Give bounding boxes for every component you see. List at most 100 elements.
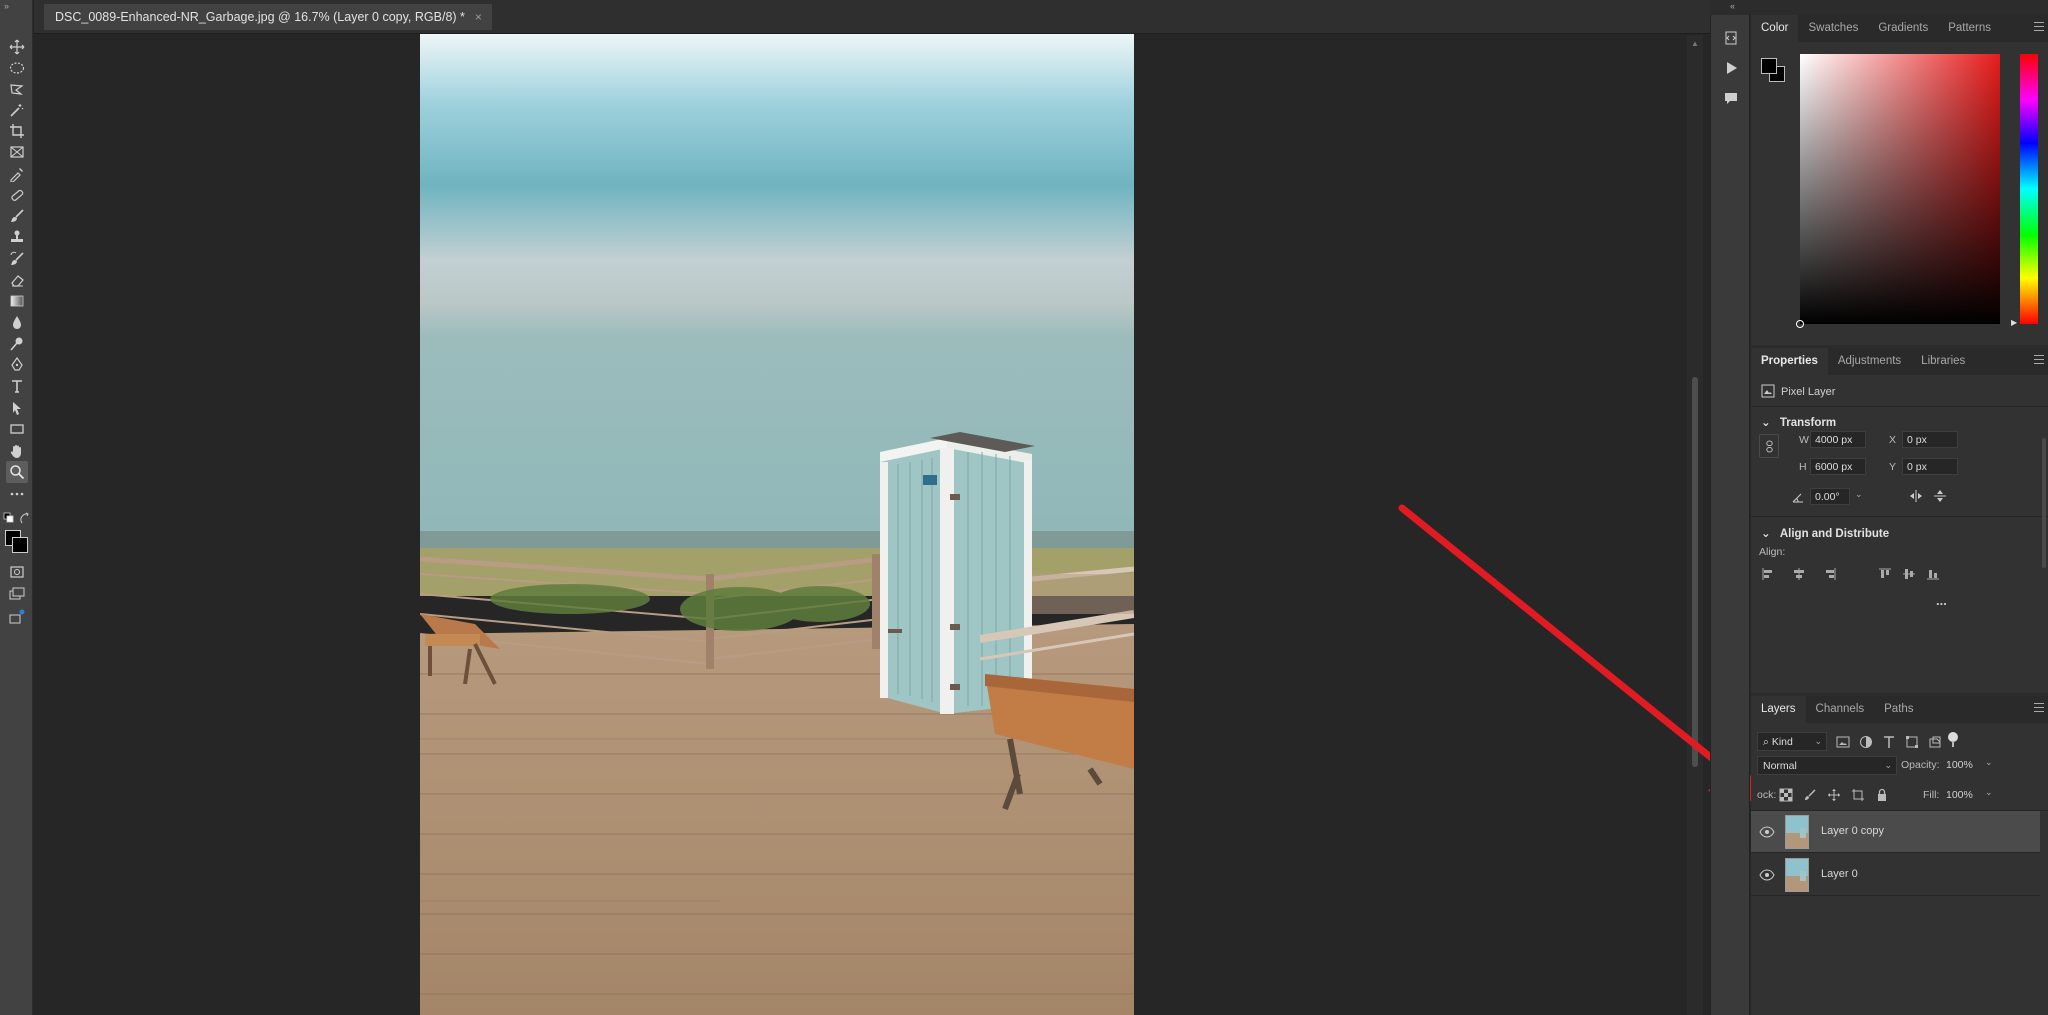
width-input[interactable]: 4000 px bbox=[1810, 431, 1866, 448]
tab-color[interactable]: Color bbox=[1751, 15, 1799, 42]
height-input[interactable]: 6000 px bbox=[1810, 458, 1866, 475]
actions-panel-icon[interactable] bbox=[1721, 58, 1741, 78]
swap-colors-icon[interactable] bbox=[19, 512, 31, 524]
lock-artboard-icon[interactable] bbox=[1851, 788, 1865, 802]
background-color-swatch[interactable] bbox=[12, 537, 28, 553]
align-section-toggle[interactable]: ⌄ Align and Distribute bbox=[1761, 526, 1889, 540]
tab-patterns[interactable]: Patterns bbox=[1938, 15, 2001, 42]
flip-horizontal-icon[interactable] bbox=[1909, 489, 1923, 503]
healing-brush-tool-icon[interactable] bbox=[6, 184, 28, 206]
layer-filter-kind-select[interactable]: ⌕ Kind ⌄ bbox=[1757, 732, 1827, 751]
flip-vertical-icon[interactable] bbox=[1933, 489, 1947, 503]
layer-visibility-eye-icon[interactable] bbox=[1759, 868, 1775, 882]
eyedropper-tool-icon[interactable] bbox=[6, 163, 28, 185]
frame-tool-icon[interactable] bbox=[6, 141, 28, 163]
dodge-tool-icon[interactable] bbox=[6, 333, 28, 355]
angle-input[interactable]: 0.00° bbox=[1810, 488, 1850, 505]
opacity-dropdown-icon[interactable]: ⌄ bbox=[1985, 757, 1993, 768]
quick-mask-icon[interactable] bbox=[6, 561, 28, 583]
pen-tool-icon[interactable] bbox=[6, 354, 28, 376]
lock-image-pixels-icon[interactable] bbox=[1803, 788, 1817, 802]
angle-icon bbox=[1791, 490, 1805, 504]
fill-dropdown-icon[interactable]: ⌄ bbox=[1985, 787, 1993, 798]
document-tab[interactable]: DSC_0089-Enhanced-NR_Garbage.jpg @ 16.7%… bbox=[44, 4, 492, 30]
zoom-tool-icon[interactable] bbox=[6, 461, 28, 483]
tab-gradients[interactable]: Gradients bbox=[1868, 15, 1938, 42]
tab-libraries[interactable]: Libraries bbox=[1911, 348, 1975, 375]
lock-position-icon[interactable] bbox=[1827, 788, 1841, 802]
scroll-up-icon[interactable]: ▲ bbox=[1691, 39, 1699, 48]
foreground-color-chip[interactable] bbox=[1761, 58, 1777, 74]
blend-mode-select[interactable]: Normal ⌄ bbox=[1757, 756, 1897, 775]
panel-collapse-bar[interactable]: « bbox=[1710, 0, 2048, 15]
hand-tool-icon[interactable] bbox=[6, 440, 28, 462]
collapse-panels-icon[interactable]: « bbox=[1730, 1, 1735, 11]
tab-layers[interactable]: Layers bbox=[1751, 696, 1806, 723]
magic-wand-tool-icon[interactable] bbox=[6, 99, 28, 121]
align-bottom-edges-icon[interactable] bbox=[1926, 567, 1940, 581]
screen-mode-icon[interactable] bbox=[6, 583, 28, 605]
layer-row-layer-0[interactable]: Layer 0 bbox=[1751, 854, 2040, 896]
default-colors-icon[interactable] bbox=[3, 512, 15, 524]
panel-menu-icon[interactable] bbox=[2034, 355, 2044, 367]
blur-tool-icon[interactable] bbox=[6, 311, 28, 333]
more-options-button[interactable]: ... bbox=[1936, 593, 1947, 608]
lock-all-icon[interactable] bbox=[1875, 788, 1889, 802]
toolbar-collapse-icon[interactable]: » bbox=[4, 2, 9, 11]
align-right-edges-icon[interactable] bbox=[1823, 567, 1837, 581]
tab-adjustments[interactable]: Adjustments bbox=[1828, 348, 1911, 375]
lasso-tool-icon[interactable] bbox=[6, 78, 28, 100]
layer-visibility-eye-icon[interactable] bbox=[1759, 825, 1775, 839]
align-horizontal-centers-icon[interactable] bbox=[1792, 567, 1806, 581]
link-dimensions-icon[interactable] bbox=[1759, 434, 1779, 458]
rectangle-tool-icon[interactable] bbox=[6, 418, 28, 440]
color-picker-cursor[interactable] bbox=[1796, 320, 1804, 328]
opacity-value[interactable]: 100% bbox=[1946, 759, 1973, 771]
fill-value[interactable]: 100% bbox=[1946, 789, 1973, 801]
x-input[interactable]: 0 px bbox=[1902, 431, 1958, 448]
chevron-down-icon: ⌄ bbox=[1761, 417, 1771, 429]
layer-name: Layer 0 copy bbox=[1821, 825, 1884, 837]
scrollbar-thumb[interactable] bbox=[1692, 377, 1698, 767]
filter-smart-object-icon[interactable] bbox=[1928, 735, 1942, 749]
brush-tool-icon[interactable] bbox=[6, 205, 28, 227]
eraser-tool-icon[interactable] bbox=[6, 269, 28, 291]
path-selection-tool-icon[interactable] bbox=[6, 397, 28, 419]
hue-slider[interactable] bbox=[2020, 54, 2038, 324]
filter-shape-icon[interactable] bbox=[1905, 735, 1919, 749]
type-tool-icon[interactable] bbox=[6, 375, 28, 397]
hue-slider-handle[interactable]: ▶ bbox=[2011, 318, 2017, 327]
tab-properties[interactable]: Properties bbox=[1751, 348, 1828, 375]
move-tool-icon[interactable] bbox=[6, 36, 28, 58]
history-brush-tool-icon[interactable] bbox=[6, 248, 28, 270]
lock-transparent-pixels-icon[interactable] bbox=[1779, 788, 1793, 802]
properties-scrollbar[interactable] bbox=[2042, 438, 2046, 568]
panel-menu-icon[interactable] bbox=[2034, 703, 2044, 715]
clone-stamp-tool-icon[interactable] bbox=[6, 226, 28, 248]
color-picker-field[interactable] bbox=[1800, 54, 2000, 324]
document-canvas-image[interactable] bbox=[420, 34, 1134, 1015]
angle-dropdown-icon[interactable]: ⌄ bbox=[1855, 489, 1867, 504]
y-input[interactable]: 0 px bbox=[1902, 458, 1958, 475]
filter-type-icon[interactable] bbox=[1882, 735, 1896, 749]
transform-section-toggle[interactable]: ⌄ Transform bbox=[1761, 415, 1836, 429]
filter-pixel-icon[interactable] bbox=[1836, 735, 1850, 749]
history-panel-icon[interactable] bbox=[1721, 28, 1741, 48]
filter-adjustment-icon[interactable] bbox=[1859, 735, 1873, 749]
tab-paths[interactable]: Paths bbox=[1874, 696, 1923, 723]
canvas-vertical-scrollbar[interactable]: ▲ bbox=[1687, 35, 1703, 1015]
gradient-tool-icon[interactable] bbox=[6, 290, 28, 312]
more-tools-icon[interactable] bbox=[6, 483, 28, 505]
layer-row-layer-0-copy[interactable]: Layer 0 copy bbox=[1751, 811, 2040, 853]
tab-swatches[interactable]: Swatches bbox=[1798, 15, 1868, 42]
align-vertical-centers-icon[interactable] bbox=[1902, 567, 1916, 581]
crop-tool-icon[interactable] bbox=[6, 120, 28, 142]
marquee-tool-icon[interactable] bbox=[6, 57, 28, 79]
close-tab-icon[interactable]: × bbox=[475, 10, 482, 24]
align-left-edges-icon[interactable] bbox=[1761, 567, 1775, 581]
tab-channels[interactable]: Channels bbox=[1806, 696, 1875, 723]
align-top-edges-icon[interactable] bbox=[1878, 567, 1892, 581]
panel-menu-icon[interactable] bbox=[2034, 22, 2044, 34]
share-icon[interactable] bbox=[6, 606, 28, 628]
comments-panel-icon[interactable] bbox=[1721, 88, 1741, 108]
